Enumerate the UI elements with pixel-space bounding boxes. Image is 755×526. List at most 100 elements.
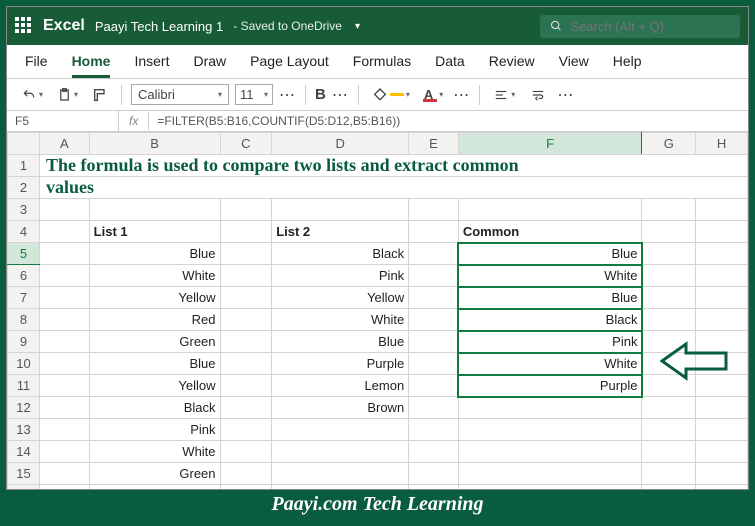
cell[interactable] (220, 287, 272, 309)
cell[interactable]: Blue (458, 243, 642, 265)
cell[interactable] (40, 265, 90, 287)
cell[interactable] (220, 199, 272, 221)
formula-input[interactable]: =FILTER(B5:B16,COUNTIF(D5:D12,B5:B16)) (149, 111, 748, 131)
cell[interactable]: Yellow (272, 287, 409, 309)
cell[interactable] (272, 199, 409, 221)
cell[interactable] (696, 441, 748, 463)
cell[interactable]: White (272, 309, 409, 331)
cell[interactable] (409, 353, 459, 375)
col-header[interactable]: A (40, 133, 90, 155)
cell[interactable]: Pink (458, 331, 642, 353)
row-header[interactable]: 11 (8, 375, 40, 397)
cell[interactable] (409, 397, 459, 419)
row-header[interactable]: 4 (8, 221, 40, 243)
cell[interactable] (40, 331, 90, 353)
cell[interactable]: The formula is used to compare two lists… (40, 155, 748, 177)
cell[interactable] (696, 419, 748, 441)
cell[interactable]: List 2 (272, 221, 409, 243)
col-header[interactable]: F (458, 133, 642, 155)
cell[interactable] (696, 309, 748, 331)
cell[interactable] (409, 221, 459, 243)
cell[interactable] (458, 397, 642, 419)
cell[interactable] (642, 243, 696, 265)
cell[interactable] (272, 441, 409, 463)
menu-insert[interactable]: Insert (134, 53, 169, 78)
cell[interactable]: Blue (89, 243, 220, 265)
row-header[interactable]: 3 (8, 199, 40, 221)
row-header[interactable]: 7 (8, 287, 40, 309)
row-header[interactable]: 9 (8, 331, 40, 353)
cell[interactable]: Black (458, 309, 642, 331)
row-header[interactable]: 12 (8, 397, 40, 419)
search-input[interactable] (570, 19, 730, 34)
cell[interactable] (409, 463, 459, 485)
cell[interactable]: Blue (458, 287, 642, 309)
cell[interactable] (409, 375, 459, 397)
cell[interactable] (272, 485, 409, 490)
row-header[interactable]: 2 (8, 177, 40, 199)
search-box[interactable] (540, 15, 740, 38)
cell[interactable] (220, 243, 272, 265)
row-header[interactable]: 6 (8, 265, 40, 287)
cell[interactable] (220, 221, 272, 243)
cell[interactable]: White (458, 265, 642, 287)
cell[interactable] (40, 441, 90, 463)
cell[interactable] (220, 265, 272, 287)
cell[interactable]: Red (89, 309, 220, 331)
row-header[interactable]: 8 (8, 309, 40, 331)
cell[interactable] (40, 397, 90, 419)
cell[interactable] (458, 485, 642, 490)
more-align-icon[interactable]: ⋯ (557, 85, 574, 105)
more-font-icon[interactable]: ⋯ (279, 85, 296, 105)
menu-view[interactable]: View (559, 53, 589, 78)
cell[interactable] (409, 485, 459, 490)
align-button[interactable]: ▾ (489, 86, 519, 104)
menu-page-layout[interactable]: Page Layout (250, 53, 329, 78)
cell[interactable]: Purple (458, 375, 642, 397)
cell[interactable] (458, 463, 642, 485)
cell[interactable] (696, 287, 748, 309)
col-header[interactable]: E (409, 133, 459, 155)
cell[interactable]: Common (458, 221, 642, 243)
fx-icon[interactable]: fx (119, 112, 149, 130)
cell[interactable]: Black (89, 397, 220, 419)
undo-button[interactable]: ▾ (17, 86, 47, 104)
cell[interactable] (89, 199, 220, 221)
cell[interactable]: White (89, 441, 220, 463)
col-header[interactable]: C (220, 133, 272, 155)
cell[interactable] (409, 243, 459, 265)
spreadsheet-grid[interactable]: ABCDEFGH1The formula is used to compare … (7, 132, 748, 489)
row-header[interactable]: 5 (8, 243, 40, 265)
cell[interactable] (409, 287, 459, 309)
font-size-select[interactable]: 11▾ (235, 84, 273, 105)
cell[interactable]: Lemon (272, 375, 409, 397)
cell[interactable]: Blue (272, 331, 409, 353)
cell[interactable] (696, 199, 748, 221)
col-header[interactable]: B (89, 133, 220, 155)
cell[interactable]: Green (89, 463, 220, 485)
cell[interactable]: Blue (89, 353, 220, 375)
chevron-down-icon[interactable]: ▾ (355, 21, 360, 32)
cell[interactable] (40, 463, 90, 485)
cell[interactable] (642, 265, 696, 287)
col-header[interactable]: D (272, 133, 409, 155)
cell[interactable]: Brown (272, 397, 409, 419)
cell[interactable] (40, 419, 90, 441)
cell[interactable]: Yellow (89, 287, 220, 309)
paste-button[interactable]: ▾ (53, 85, 82, 105)
cell[interactable]: values (40, 177, 748, 199)
more-format-icon[interactable]: ⋯ (332, 85, 349, 105)
menu-draw[interactable]: Draw (193, 53, 226, 78)
cell[interactable] (642, 485, 696, 490)
cell[interactable] (696, 485, 748, 490)
name-box[interactable]: F5 (7, 111, 119, 131)
cell[interactable] (40, 375, 90, 397)
cell[interactable] (409, 419, 459, 441)
bold-button[interactable]: B (315, 86, 326, 103)
cell[interactable]: White (458, 353, 642, 375)
cell[interactable] (642, 397, 696, 419)
cell[interactable] (220, 441, 272, 463)
col-header[interactable]: H (696, 133, 748, 155)
cell[interactable] (642, 287, 696, 309)
cell[interactable] (220, 397, 272, 419)
